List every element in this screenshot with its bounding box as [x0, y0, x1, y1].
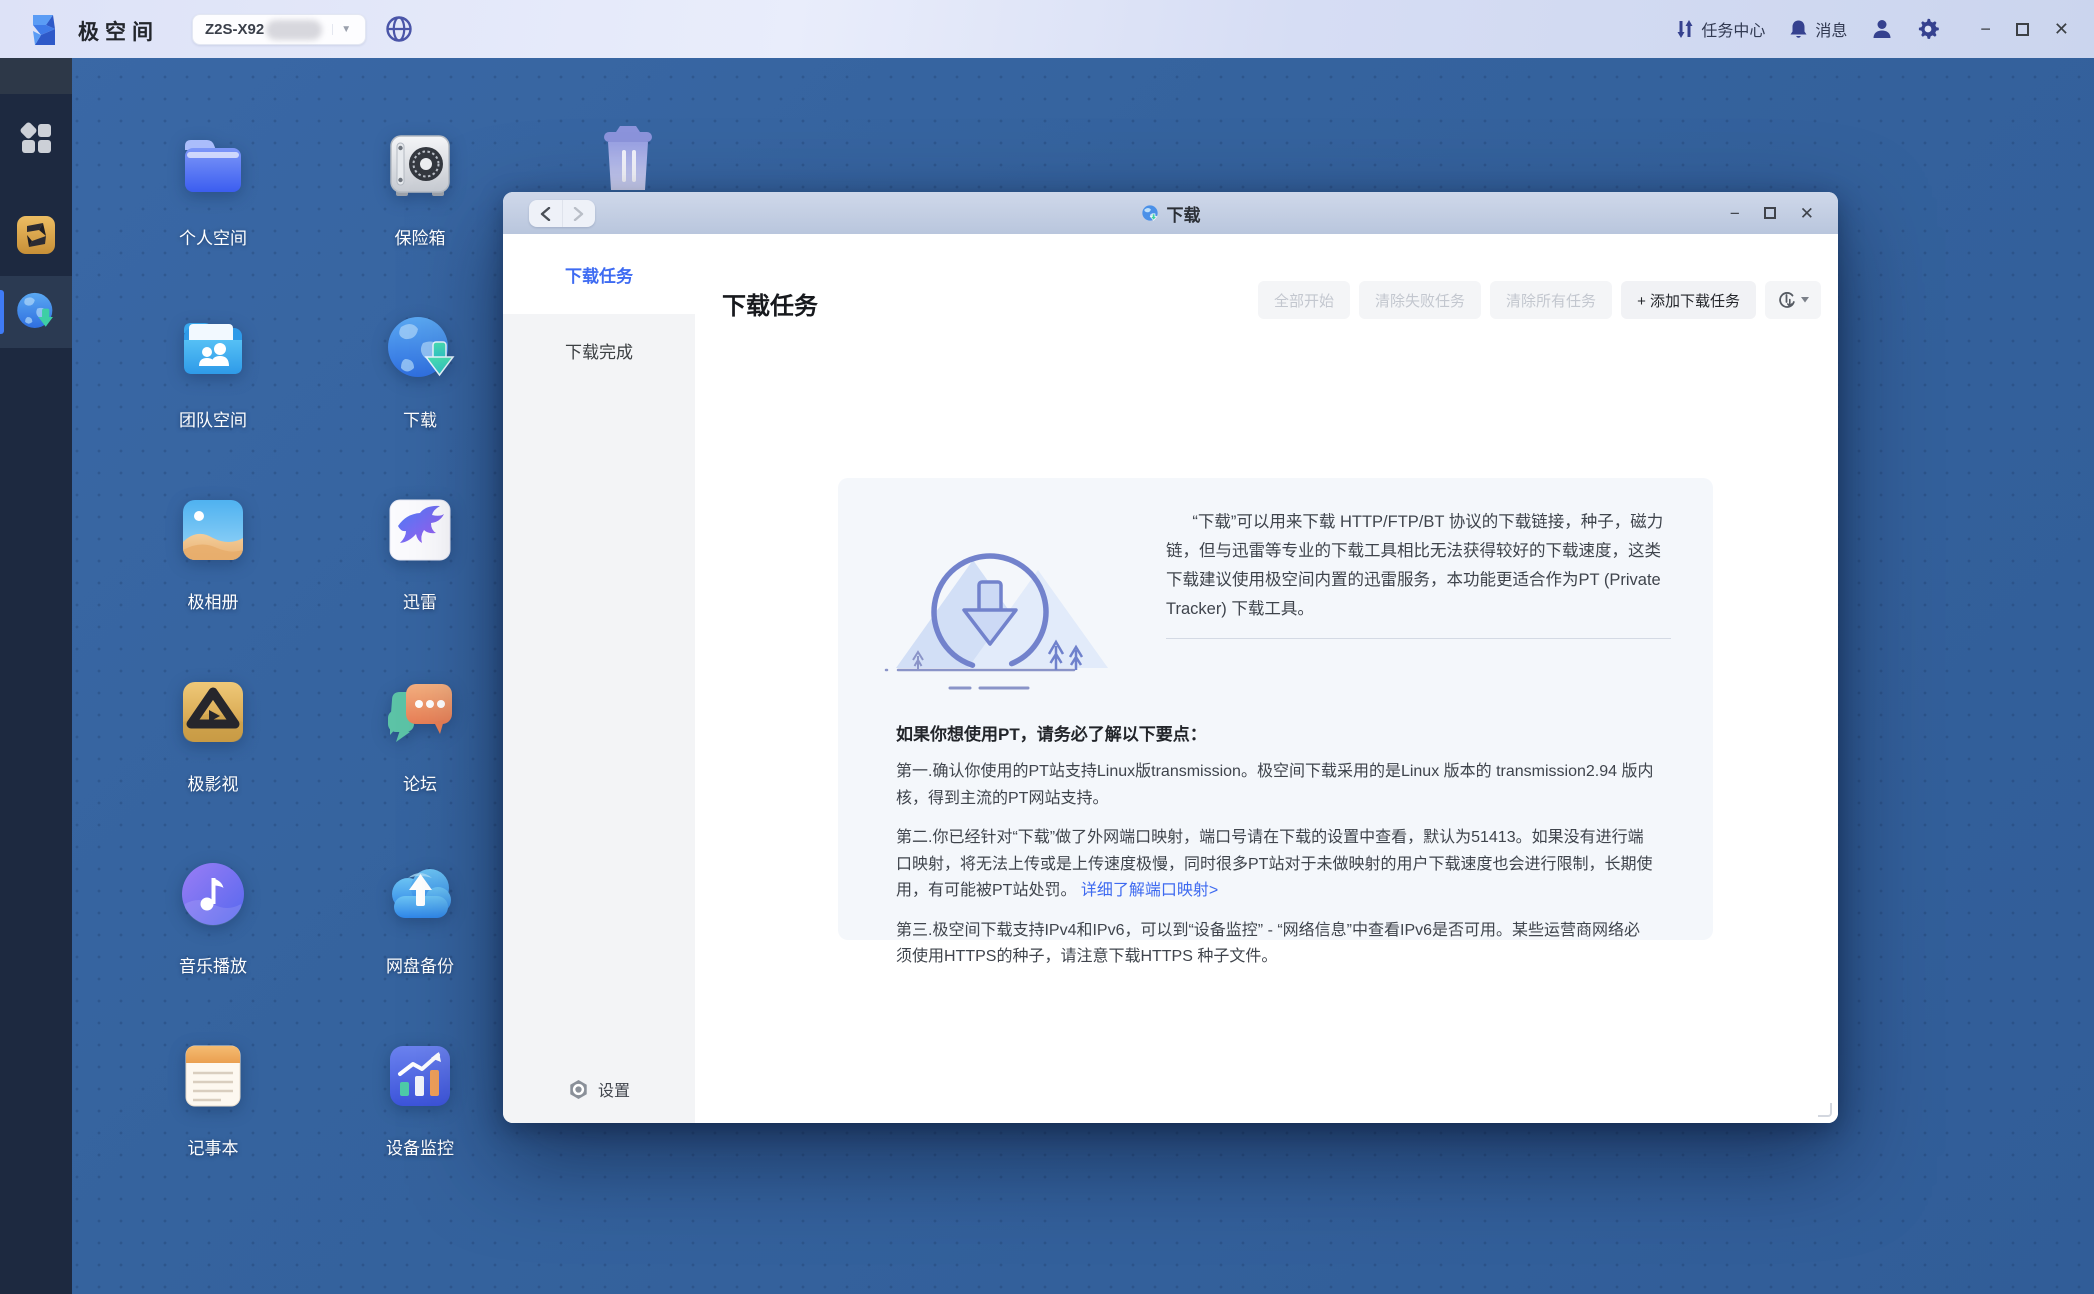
start-all-button[interactable]: 全部开始 — [1258, 281, 1350, 319]
dock-download-app[interactable] — [0, 288, 72, 334]
device-name: Z2S-X92 — [205, 21, 264, 38]
bell-icon — [1789, 19, 1808, 39]
pt-intro-text: “下载”可以用来下载 HTTP/FTP/BT 协议的下载链接，种子，磁力链，但与… — [1166, 508, 1671, 624]
app-label: 极影视 — [188, 770, 239, 795]
recycle-bin-icon[interactable] — [596, 124, 660, 192]
download-globe-icon — [382, 310, 458, 386]
app-photo-album[interactable]: 极相册 — [133, 492, 293, 613]
safe-box-icon — [382, 128, 458, 204]
messages-button[interactable]: 消息 — [1789, 17, 1847, 41]
app-grid-icon — [18, 120, 54, 156]
task-center-button[interactable]: 任务中心 — [1676, 17, 1765, 41]
app-movies[interactable]: 极影视 — [133, 674, 293, 795]
app-label: 极相册 — [188, 588, 239, 613]
window-maximize-button[interactable] — [1764, 207, 1776, 219]
clear-failed-tasks-button[interactable]: 清除失败任务 — [1359, 281, 1481, 319]
zspace-logo-icon — [26, 12, 62, 48]
personal-space-folder-icon — [175, 128, 251, 204]
pt-info-panel: “下载”可以用来下载 HTTP/FTP/BT 协议的下载链接，种子，磁力链，但与… — [838, 478, 1713, 940]
music-player-icon — [175, 856, 251, 932]
settings-gear-icon[interactable] — [1917, 18, 1939, 40]
app-label: 迅雷 — [403, 588, 437, 613]
app-safe-box[interactable]: 保险箱 — [340, 128, 500, 249]
download-illustration — [878, 508, 1136, 696]
user-account-icon[interactable] — [1871, 18, 1893, 40]
pt-heading: 如果你想使用PT，请务必了解以下要点： — [896, 720, 1655, 745]
app-label: 个人空间 — [179, 224, 247, 249]
chevron-down-icon: ▼ — [332, 24, 351, 35]
sort-order-button[interactable] — [1765, 281, 1821, 319]
settings-button[interactable]: 设置 — [503, 1077, 695, 1101]
zspace-gold-app-icon — [15, 214, 57, 256]
app-label: 团队空间 — [179, 406, 247, 431]
forum-chat-icon — [382, 674, 458, 750]
photo-album-icon — [175, 492, 251, 568]
thunder-bird-icon — [382, 492, 458, 568]
window-resize-handle[interactable] — [1818, 1103, 1832, 1117]
app-team-space[interactable]: 团队空间 — [133, 310, 293, 431]
tab-download-tasks[interactable]: 下载任务 — [503, 234, 695, 314]
settings-label: 设置 — [598, 1077, 630, 1101]
app-download[interactable]: 下载 — [340, 310, 500, 431]
top-system-bar: 极空间 Z2S-X92 ▼ 任务中心 消息 — [0, 0, 2094, 58]
window-main: 下载任务 全部开始 清除失败任务 清除所有任务 + 添加下载任务 — [695, 234, 1838, 1123]
app-thunder[interactable]: 迅雷 — [340, 492, 500, 613]
pt-point-1: 第一.确认你使用的PT站支持Linux版transmission。极空间下载采用… — [896, 759, 1655, 812]
download-globe-icon — [13, 288, 59, 334]
device-selector[interactable]: Z2S-X92 ▼ — [192, 14, 366, 45]
app-label: 音乐播放 — [179, 952, 247, 977]
dock-rail — [0, 58, 72, 1294]
sort-by-time-icon — [1777, 290, 1797, 310]
brand-name: 极空间 — [78, 16, 159, 46]
device-name-redacted — [266, 20, 322, 40]
divider — [1166, 638, 1671, 639]
dock-rail-top-segment — [0, 58, 72, 94]
app-label: 保险箱 — [395, 224, 446, 249]
chevron-down-icon — [1801, 297, 1809, 303]
task-center-icon — [1676, 19, 1694, 39]
tab-download-finished[interactable]: 下载完成 — [503, 322, 695, 378]
clear-all-tasks-button[interactable]: 清除所有任务 — [1490, 281, 1612, 319]
system-close-button[interactable]: ✕ — [2051, 20, 2072, 38]
window-minimize-button[interactable]: − — [1730, 205, 1740, 222]
port-mapping-link[interactable]: 详细了解端口映射> — [1081, 882, 1218, 899]
dock-app-launcher[interactable] — [0, 120, 72, 156]
pt-point-2: 第二.你已经针对“下载”做了外网端口映射，端口号请在下载的设置中查看，默认为51… — [896, 825, 1655, 905]
system-minimize-button[interactable]: − — [1977, 20, 1994, 38]
device-monitor-icon — [382, 1038, 458, 1114]
app-cloud-backup[interactable]: 网盘备份 — [340, 856, 500, 977]
movies-icon — [175, 674, 251, 750]
app-device-monitor[interactable]: 设备监控 — [340, 1038, 500, 1159]
app-label: 下载 — [403, 406, 437, 431]
app-label: 论坛 — [403, 770, 437, 795]
cloud-backup-icon — [382, 856, 458, 932]
download-window: 下载 − ✕ 下载任务 下载完成 设置 下载任务 全部开始 清除失败任务 清除所… — [503, 192, 1838, 1123]
notes-icon — [175, 1038, 251, 1114]
window-close-button[interactable]: ✕ — [1800, 205, 1814, 222]
team-space-folder-icon — [175, 310, 251, 386]
app-label: 设备监控 — [386, 1134, 454, 1159]
window-title-icon — [1141, 204, 1159, 222]
network-globe-icon[interactable] — [384, 14, 414, 44]
app-personal-space[interactable]: 个人空间 — [133, 128, 293, 249]
app-notes[interactable]: 记事本 — [133, 1038, 293, 1159]
pt-point-3: 第三.极空间下载支持IPv4和IPv6，可以到“设备监控” - “网络信息”中查… — [896, 918, 1655, 971]
app-label: 记事本 — [188, 1134, 239, 1159]
messages-label: 消息 — [1815, 17, 1847, 41]
window-sidebar: 下载任务 下载完成 设置 — [503, 234, 695, 1123]
page-title: 下载任务 — [722, 286, 818, 321]
window-titlebar[interactable]: 下载 − ✕ — [503, 192, 1838, 234]
app-music-player[interactable]: 音乐播放 — [133, 856, 293, 977]
system-maximize-button[interactable] — [2016, 23, 2029, 36]
add-download-task-button[interactable]: + 添加下载任务 — [1621, 281, 1756, 319]
dock-zspace-app[interactable] — [0, 214, 72, 256]
app-forum[interactable]: 论坛 — [340, 674, 500, 795]
gear-icon — [568, 1079, 589, 1100]
toolbar: 全部开始 清除失败任务 清除所有任务 + 添加下载任务 — [1258, 281, 1821, 319]
window-title: 下载 — [503, 192, 1838, 234]
app-label: 网盘备份 — [386, 952, 454, 977]
task-center-label: 任务中心 — [1701, 17, 1765, 41]
